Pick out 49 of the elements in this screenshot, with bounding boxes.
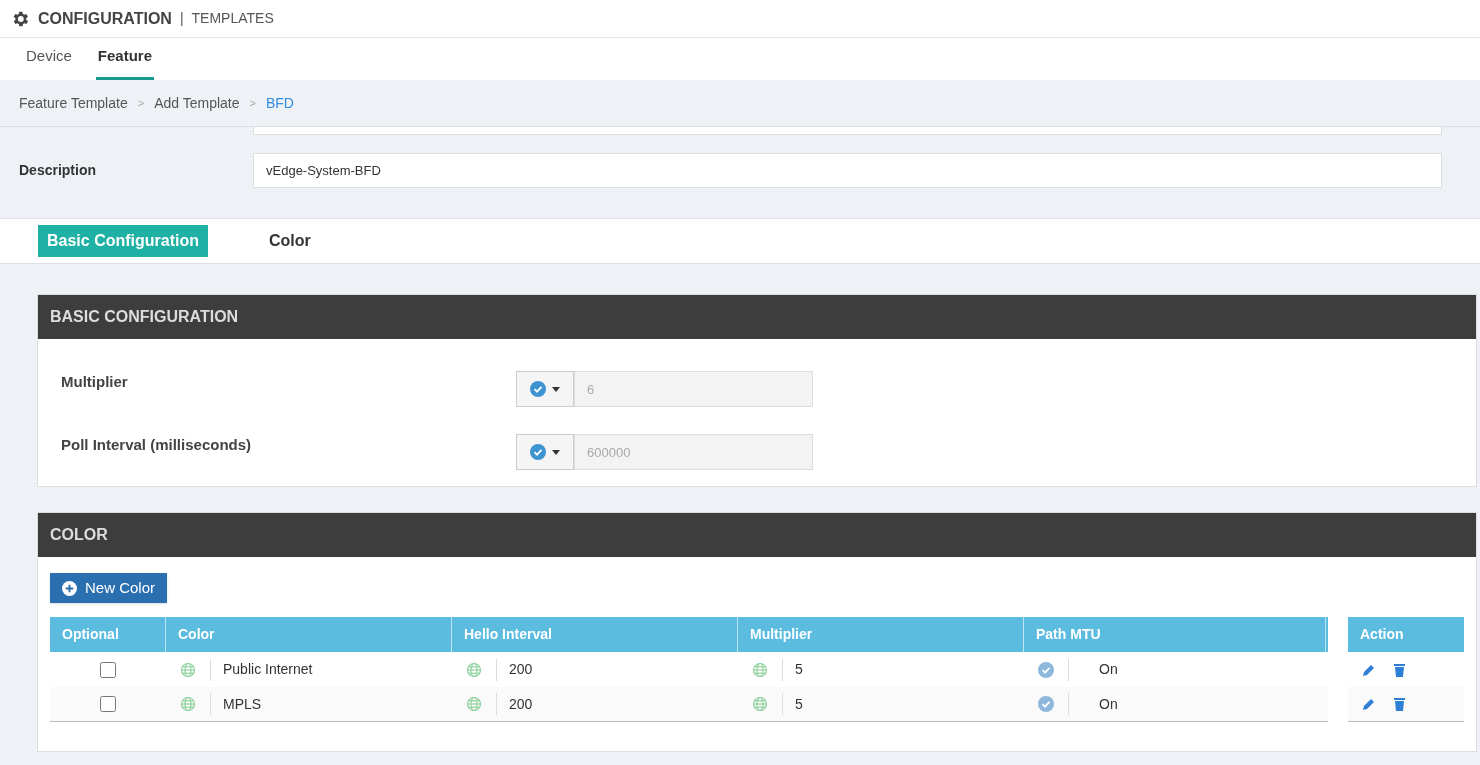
caret-icon bbox=[552, 449, 560, 455]
scope-dropdown[interactable] bbox=[516, 434, 574, 470]
check-circle-icon bbox=[530, 444, 546, 460]
field-label: Multiplier bbox=[60, 372, 129, 392]
delete-icon[interactable] bbox=[1394, 697, 1405, 711]
field-label: Description bbox=[18, 161, 97, 180]
globe-icon bbox=[180, 696, 196, 712]
globe-icon bbox=[466, 696, 482, 712]
section-tab[interactable]: Color bbox=[260, 225, 320, 257]
delete-icon[interactable] bbox=[1394, 662, 1405, 677]
table-cell-text: MPLS bbox=[223, 694, 262, 714]
table-cell-text: 5 bbox=[795, 694, 803, 714]
scope-dropdown[interactable] bbox=[516, 371, 574, 407]
template-name-field[interactable] bbox=[253, 127, 1442, 135]
column-header: Action bbox=[1348, 617, 1464, 652]
breadcrumb-separator: > bbox=[137, 95, 145, 111]
table-cell-text: 200 bbox=[509, 694, 533, 714]
table-cell-text: On bbox=[1098, 660, 1118, 679]
page-title: CONFIGURATION bbox=[38, 8, 172, 29]
panel-title: COLOR bbox=[50, 525, 108, 545]
page-subtitle: TEMPLATES bbox=[191, 9, 274, 28]
caret-icon bbox=[552, 386, 560, 392]
globe-icon bbox=[752, 696, 768, 712]
description-field[interactable]: vEdge-System-BFD bbox=[253, 153, 1442, 188]
check-circle-icon bbox=[1038, 661, 1054, 678]
plus-circle-icon bbox=[62, 580, 77, 596]
row-checkbox[interactable] bbox=[100, 696, 116, 712]
value-field[interactable]: 600000 bbox=[574, 434, 813, 470]
tab[interactable]: Device bbox=[24, 44, 74, 80]
globe-icon bbox=[180, 661, 196, 678]
table-cell-text: 200 bbox=[509, 660, 533, 679]
breadcrumb-link[interactable]: Add Template bbox=[154, 92, 240, 114]
breadcrumb-separator: > bbox=[249, 95, 256, 111]
table-cell-text: On bbox=[1098, 694, 1118, 714]
new-color-button[interactable]: New Color bbox=[50, 573, 168, 603]
table-cell-text: Public Internet bbox=[223, 660, 313, 679]
breadcrumb-link[interactable]: Feature Template bbox=[19, 92, 128, 114]
field-label: Poll Interval (milliseconds) bbox=[60, 435, 253, 455]
check-circle-icon bbox=[530, 381, 546, 397]
table-cell-text: 5 bbox=[795, 660, 803, 679]
globe-icon bbox=[752, 661, 768, 678]
panel-title: BASIC CONFIGURATION bbox=[50, 307, 239, 327]
row-checkbox[interactable] bbox=[100, 661, 116, 678]
edit-icon[interactable] bbox=[1362, 662, 1376, 677]
edit-icon[interactable] bbox=[1362, 697, 1376, 711]
title-separator: | bbox=[179, 9, 184, 28]
check-circle-icon bbox=[1038, 696, 1054, 712]
globe-icon bbox=[466, 661, 482, 678]
value-field[interactable]: 6 bbox=[574, 371, 813, 407]
